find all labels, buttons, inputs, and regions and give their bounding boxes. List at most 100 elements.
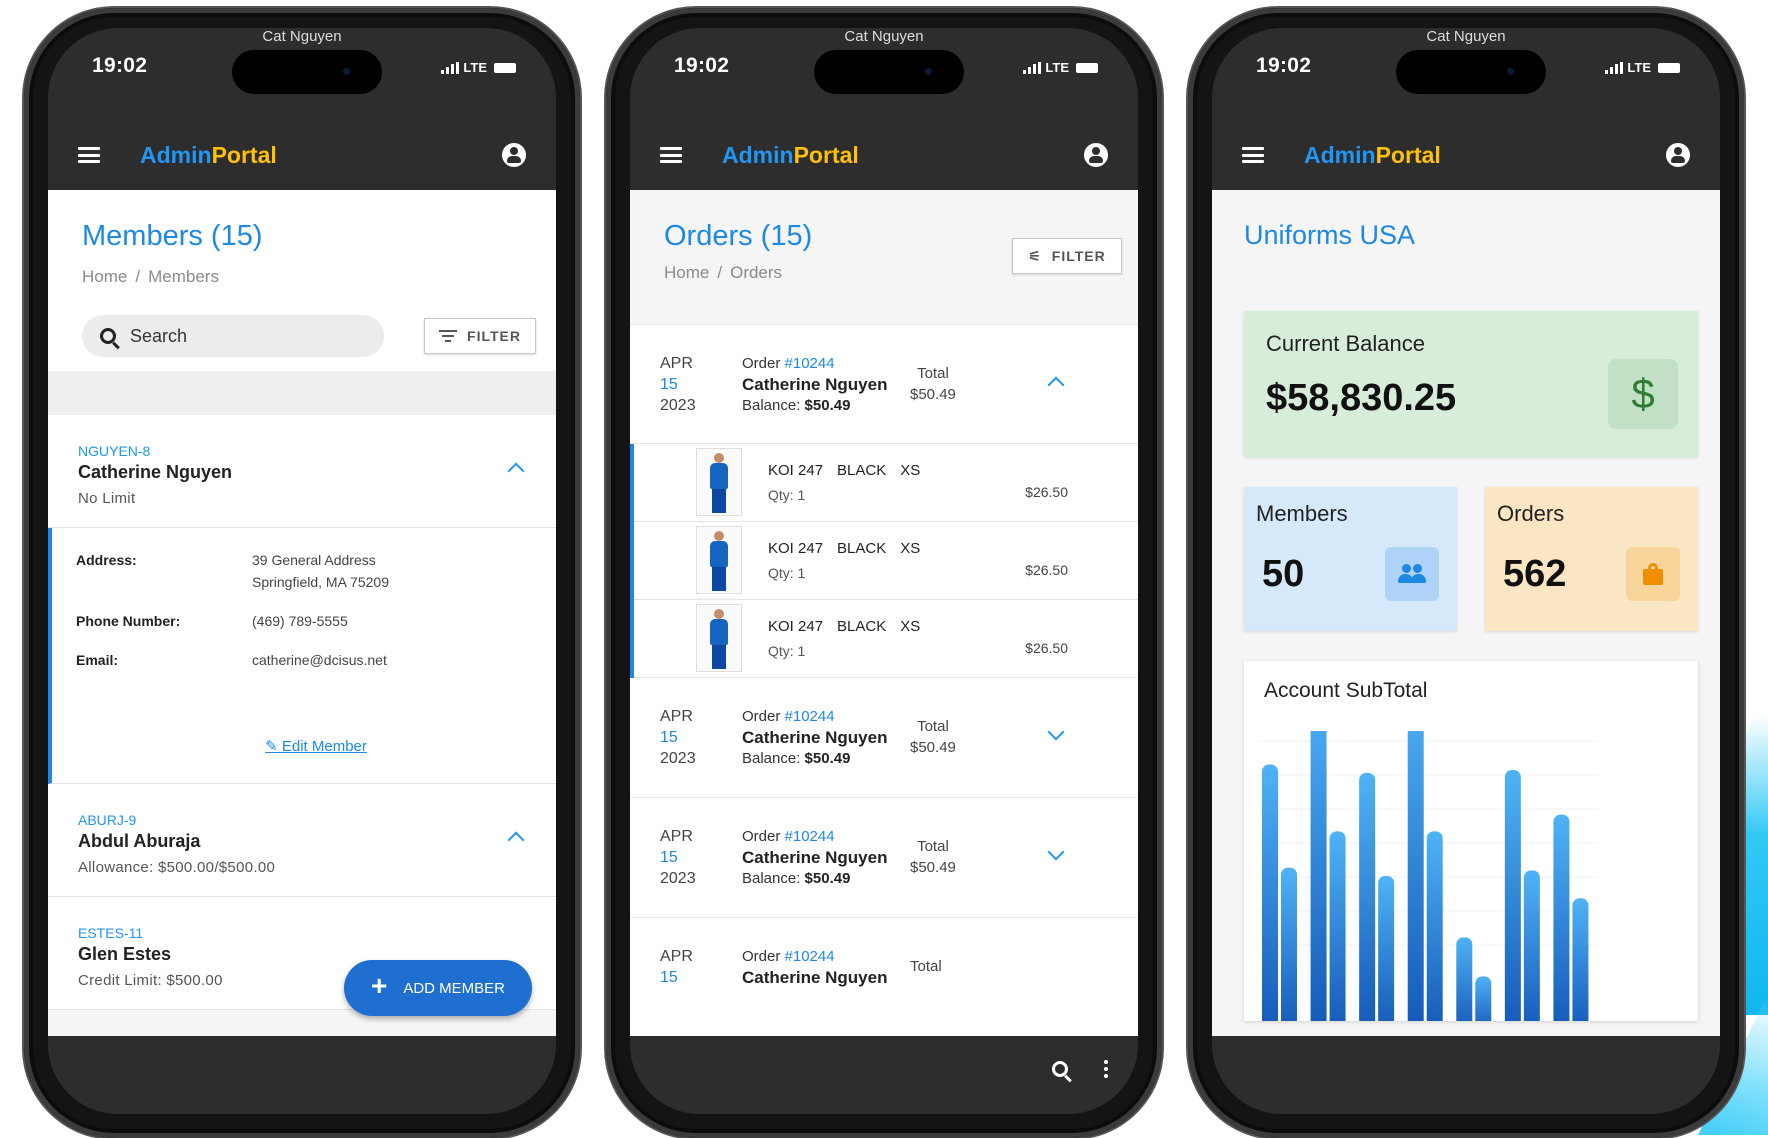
menu-icon[interactable] <box>660 147 682 163</box>
order-number[interactable]: #10244 <box>785 948 835 965</box>
account-icon[interactable] <box>1084 143 1108 167</box>
orders-content: Orders (15) HomeOrders ⚟ FILTER APR 15 2… <box>630 190 1138 1036</box>
member-row[interactable]: NGUYEN-8 Catherine Nguyen No Limit <box>48 415 556 528</box>
breadcrumb-home[interactable]: Home <box>82 267 127 286</box>
order-row[interactable]: APR 15 2023 Order #10244 Catherine Nguye… <box>630 324 1138 444</box>
item-price: $26.50 <box>1025 562 1068 578</box>
search-icon[interactable] <box>1052 1061 1068 1077</box>
total-label: Total <box>910 836 956 857</box>
order-info: Order #10244 Catherine Nguyen Balance: $… <box>742 706 887 769</box>
order-customer: Catherine Nguyen <box>742 374 887 395</box>
total-label: Total <box>910 716 956 737</box>
chart-bar[interactable] <box>1408 731 1424 1021</box>
order-number[interactable]: #10244 <box>785 355 835 372</box>
app-logo[interactable]: AdminPortal <box>722 142 859 169</box>
chevron-down-icon[interactable] <box>1048 844 1065 861</box>
dashboard-content: Uniforms USA Current Balance $58,830.25 … <box>1212 190 1720 1036</box>
item-qty: Qty: 1 <box>768 487 934 503</box>
order-total: Total $50.49 <box>910 716 956 758</box>
order-prefix: Order <box>742 948 780 965</box>
order-date: APR 15 <box>660 946 693 988</box>
member-limit: No Limit <box>78 490 526 507</box>
app-logo[interactable]: AdminPortal <box>140 142 277 169</box>
chart-bar[interactable] <box>1330 831 1346 1021</box>
item-color: BLACK <box>837 540 886 557</box>
account-icon[interactable] <box>502 143 526 167</box>
page-header: Members (15) HomeMembers <box>48 190 556 287</box>
chevron-down-icon[interactable] <box>1048 724 1065 741</box>
app-logo[interactable]: AdminPortal <box>1304 142 1441 169</box>
order-total: Total $50.49 <box>910 836 956 878</box>
item-description: KOI 247BLACKXS Qty: 1 <box>768 540 934 581</box>
filter-button[interactable]: FILTER <box>424 318 536 354</box>
members-label: Members <box>1256 501 1445 527</box>
member-code: ESTES-11 <box>78 925 526 941</box>
search-input[interactable]: Search <box>82 315 384 357</box>
chart-bar[interactable] <box>1281 868 1297 1021</box>
order-row[interactable]: APR 15 Order #10244 Catherine Nguyen Tot… <box>630 918 1138 1036</box>
dynamic-island <box>1396 50 1546 94</box>
app-bar: AdminPortal <box>1212 120 1720 190</box>
total-value: $50.49 <box>910 384 956 405</box>
shopping-bag-icon <box>1626 547 1680 601</box>
chart-bar[interactable] <box>1378 876 1394 1021</box>
phone-orders: Cat Nguyen 19:02 LTE AdminPortal Orders … <box>606 8 1162 1138</box>
add-member-button[interactable]: + ADD MEMBER <box>344 960 532 1016</box>
member-details: Address: 39 General Address Springfield,… <box>48 528 556 784</box>
app-bar: AdminPortal <box>630 120 1138 190</box>
orders-card[interactable]: Orders 562 <box>1485 487 1698 631</box>
account-subtotal-chart: Account SubTotal <box>1244 661 1698 1021</box>
chart-bar[interactable] <box>1262 764 1278 1021</box>
clock: 19:02 <box>674 54 729 78</box>
signal-indicator: LTE <box>1023 60 1098 75</box>
chart-bar[interactable] <box>1359 773 1375 1021</box>
order-day: 15 <box>660 374 696 395</box>
menu-icon[interactable] <box>78 147 100 163</box>
order-row[interactable]: APR 15 2023 Order #10244 Catherine Nguye… <box>630 678 1138 798</box>
chart-bar[interactable] <box>1505 770 1521 1021</box>
balance-card[interactable]: Current Balance $58,830.25 $ <box>1244 311 1698 457</box>
menu-icon[interactable] <box>1242 147 1264 163</box>
phone-dashboard: Cat Nguyen 19:02 LTE AdminPortal Uniform… <box>1188 8 1744 1138</box>
order-balance: $50.49 <box>805 397 851 414</box>
item-description: KOI 247BLACKXS Qty: 1 <box>768 462 934 503</box>
item-price: $26.50 <box>1025 484 1068 500</box>
balance-label: Balance: <box>742 397 800 414</box>
dynamic-island <box>814 50 964 94</box>
chart-bar[interactable] <box>1427 831 1443 1021</box>
plus-icon: + <box>371 970 387 1002</box>
address-line1: 39 General Address <box>252 549 389 571</box>
member-row[interactable]: ABURJ-9 Abdul Aburaja Allowance: $500.00… <box>48 784 556 897</box>
total-label: Total <box>910 956 942 977</box>
total-value: $50.49 <box>910 857 956 878</box>
members-card[interactable]: Members 50 <box>1244 487 1457 631</box>
filter-label: FILTER <box>467 328 521 344</box>
order-row[interactable]: APR 15 2023 Order #10244 Catherine Nguye… <box>630 798 1138 918</box>
more-vert-icon[interactable] <box>1104 1060 1108 1078</box>
signal-bars-icon <box>441 62 459 74</box>
edit-member-link[interactable]: ✎ Edit Member <box>106 737 526 755</box>
email-label: Email: <box>76 652 252 671</box>
breadcrumb-home[interactable]: Home <box>664 263 709 282</box>
status-bar: Cat Nguyen 19:02 LTE <box>630 28 1138 120</box>
chart-bar[interactable] <box>1456 937 1472 1021</box>
chart-bar[interactable] <box>1475 976 1491 1021</box>
filter-button[interactable]: ⚟ FILTER <box>1012 238 1122 274</box>
order-total: Total $50.49 <box>910 363 956 405</box>
order-month: APR <box>660 946 693 967</box>
chart-bar[interactable] <box>1524 870 1540 1021</box>
chart-bar[interactable] <box>1572 898 1588 1021</box>
account-icon[interactable] <box>1666 143 1690 167</box>
order-customer: Catherine Nguyen <box>742 727 887 748</box>
balance-label: Balance: <box>742 750 800 767</box>
clock: 19:02 <box>92 54 147 78</box>
order-number[interactable]: #10244 <box>785 828 835 845</box>
chevron-up-icon[interactable] <box>1048 377 1065 394</box>
order-customer: Catherine Nguyen <box>742 967 887 988</box>
order-number[interactable]: #10244 <box>785 708 835 725</box>
chart-bar[interactable] <box>1311 731 1327 1021</box>
item-color: BLACK <box>837 462 886 479</box>
chart-bar[interactable] <box>1553 815 1569 1021</box>
breadcrumb: HomeMembers <box>82 267 522 287</box>
network-type: LTE <box>463 60 487 75</box>
